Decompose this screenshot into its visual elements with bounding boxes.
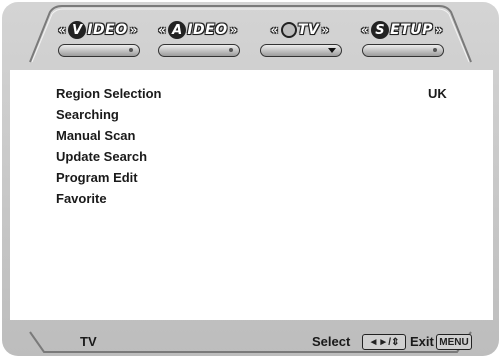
tab-avideo-indicator xyxy=(158,44,240,57)
tab-avideo[interactable]: « A IDEO » xyxy=(150,20,246,60)
tab-tv-label: « TV » xyxy=(270,22,330,38)
menu-item-searching[interactable]: Searching xyxy=(56,106,119,123)
video-v-icon: V xyxy=(68,21,87,39)
tv-circle-icon xyxy=(280,22,297,38)
menu-item-program-edit[interactable]: Program Edit xyxy=(56,169,138,186)
tab-setup-indicator xyxy=(362,44,444,57)
tab-tv-indicator xyxy=(260,44,342,57)
menu-item-manual-scan[interactable]: Manual Scan xyxy=(56,127,135,144)
dot-icon xyxy=(229,48,233,52)
tab-avideo-label: « A IDEO » xyxy=(158,21,238,39)
status-select-label: Select xyxy=(312,334,351,349)
menu-panel: Region Selection UK Searching Manual Sca… xyxy=(10,70,493,320)
setup-s-icon: S xyxy=(371,21,390,39)
osd-frame: « V IDEO » « A IDEO » « TV » « S ETUP » xyxy=(2,2,499,356)
avideo-a-icon: A xyxy=(168,21,187,39)
dot-icon xyxy=(433,48,437,52)
menu-item-region-selection[interactable]: Region Selection xyxy=(56,85,161,102)
menu-item-favorite[interactable]: Favorite xyxy=(56,190,107,207)
tab-setup-label: « S ETUP » xyxy=(360,21,444,39)
menu-item-update-search[interactable]: Update Search xyxy=(56,148,147,165)
dot-icon xyxy=(129,48,133,52)
tab-video-indicator xyxy=(58,44,140,57)
tab-video[interactable]: « V IDEO » xyxy=(50,20,146,60)
select-keys-badge: ◄►/⇕ xyxy=(362,334,406,350)
tab-video-label: « V IDEO » xyxy=(58,21,138,39)
region-value[interactable]: UK xyxy=(428,86,447,101)
triangle-down-icon xyxy=(328,48,336,53)
status-exit-label: Exit xyxy=(410,334,434,349)
status-source: TV xyxy=(80,334,97,349)
exit-key-badge: MENU xyxy=(436,334,472,350)
tab-setup[interactable]: « S ETUP » xyxy=(354,20,450,60)
tab-tv[interactable]: « TV » xyxy=(252,20,348,60)
